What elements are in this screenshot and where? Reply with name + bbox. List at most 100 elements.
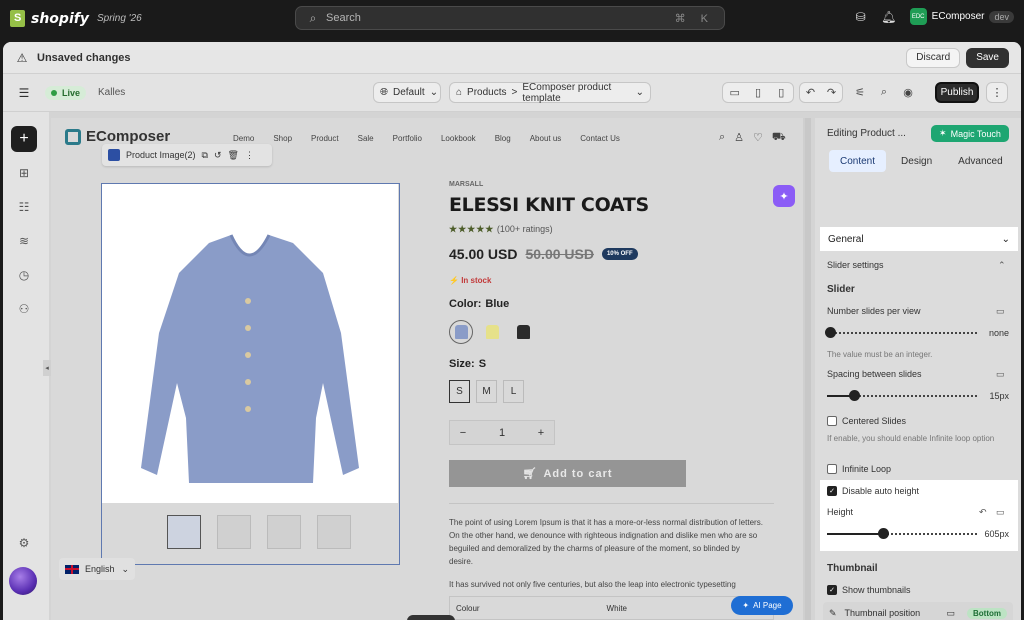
- gear-icon[interactable]: ⚙: [11, 530, 37, 556]
- pages-icon[interactable]: ⊞: [11, 160, 37, 186]
- publish-button[interactable]: Publish: [935, 82, 979, 103]
- thumbnail-2[interactable]: [217, 515, 251, 549]
- settings-sliders-icon[interactable]: ⚟: [848, 82, 872, 103]
- menu-item-demo[interactable]: Demo: [233, 134, 254, 143]
- thumbnail-1[interactable]: [167, 515, 201, 549]
- desktop-icon[interactable]: ▭: [996, 507, 1005, 518]
- magic-touch-button[interactable]: ✶ Magic Touch: [931, 125, 1009, 142]
- mobile-icon[interactable]: ▯: [770, 83, 793, 102]
- shopify-logo[interactable]: shopify Spring '26: [10, 10, 142, 27]
- bottom-drawer-handle[interactable]: [407, 615, 455, 620]
- swatch-blue[interactable]: [449, 320, 473, 344]
- product-description: The point of using Lorem Ipsum is that i…: [449, 518, 763, 566]
- menu-item-portfolio[interactable]: Portfolio: [393, 134, 422, 143]
- disable-auto-height-checkbox[interactable]: ✓ Disable auto height: [827, 486, 919, 496]
- size-option-m[interactable]: M: [476, 380, 497, 403]
- menu-item-blog[interactable]: Blog: [495, 134, 511, 143]
- qty-decrease[interactable]: −: [450, 427, 476, 439]
- add-to-cart-button[interactable]: 🛒︎ Add to cart: [449, 460, 686, 487]
- users-icon[interactable]: ⚇: [11, 296, 37, 322]
- show-thumbnails-checkbox[interactable]: ✓ Show thumbnails: [827, 585, 911, 595]
- history-icon[interactable]: ◷: [11, 262, 37, 288]
- bell-icon[interactable]: 🔔︎: [881, 10, 896, 24]
- duplicate-icon[interactable]: ⧉: [202, 150, 208, 161]
- menu-item-about[interactable]: About us: [530, 134, 562, 143]
- more-options-icon[interactable]: ⋮: [986, 82, 1008, 103]
- desktop-icon[interactable]: ▭: [996, 369, 1005, 380]
- ai-page-button[interactable]: ✦ AI Page: [731, 596, 793, 615]
- thumbnail-4[interactable]: [317, 515, 351, 549]
- discard-button[interactable]: Discard: [906, 47, 961, 68]
- size-option-s[interactable]: S: [449, 380, 470, 403]
- hamburger-icon[interactable]: ☰: [17, 86, 31, 100]
- thumbnail-position-label: Thumbnail position: [844, 608, 921, 618]
- store-nav-icons: ⌕ ♙ ♡ ⛟: [719, 131, 786, 145]
- tab-advanced[interactable]: Advanced: [947, 150, 1013, 172]
- language-selector[interactable]: English ⌄: [59, 558, 135, 580]
- height-slider[interactable]: [827, 528, 977, 540]
- account-icon[interactable]: ♙: [734, 131, 744, 145]
- menu-item-contact[interactable]: Contact Us: [580, 134, 620, 143]
- size-option-l[interactable]: L: [503, 380, 524, 403]
- undo-icon[interactable]: ↶: [800, 83, 821, 102]
- general-section-header[interactable]: General ⌄: [820, 227, 1018, 251]
- store-switcher[interactable]: EDC EComposer dev: [909, 8, 1014, 25]
- inspect-icon[interactable]: ⌕: [872, 82, 896, 103]
- ai-sparkle-button[interactable]: ✦: [773, 185, 795, 207]
- logo-mark-icon: [65, 128, 81, 145]
- product-page-preview: EComposer Demo Shop Product Sale Portfol…: [51, 118, 803, 620]
- search-icon[interactable]: ⌕: [719, 131, 725, 145]
- add-element-button[interactable]: +: [11, 126, 37, 152]
- reset-icon[interactable]: ↺: [214, 150, 222, 161]
- live-badge: Live: [45, 85, 87, 100]
- tab-design[interactable]: Design: [890, 150, 943, 172]
- more-icon[interactable]: ⋮: [245, 150, 254, 161]
- cart-icon[interactable]: ⛟: [772, 131, 786, 145]
- thumbnail-position-row[interactable]: ✎ Thumbnail position ▭ Bottom: [823, 602, 1013, 620]
- desktop-icon[interactable]: ▭: [996, 306, 1005, 317]
- qty-increase[interactable]: +: [528, 427, 554, 439]
- desktop-icon[interactable]: ▭: [723, 83, 746, 102]
- slider-knob[interactable]: [825, 327, 836, 338]
- canvas-scrollbar[interactable]: [805, 118, 811, 620]
- stock-status: ⚡ In stock: [449, 276, 492, 285]
- redo-icon[interactable]: ↷: [821, 83, 842, 102]
- menu-item-sale[interactable]: Sale: [358, 134, 374, 143]
- editor-toolbar: ☰ Live Kalles 🌐︎ Default ⌄ ⌂ Products > …: [3, 74, 1021, 112]
- swatch-yellow[interactable]: [480, 320, 504, 344]
- cart-icon: 🛒︎: [522, 468, 538, 480]
- slider-knob[interactable]: [878, 528, 889, 539]
- layers-icon[interactable]: ≋: [11, 228, 37, 254]
- theme-value: Default: [393, 87, 425, 98]
- centered-slides-checkbox[interactable]: Centered Slides: [827, 416, 906, 426]
- slider-knob[interactable]: [849, 390, 860, 401]
- discount-badge: 10% OFF: [601, 248, 638, 260]
- menu-item-product[interactable]: Product: [311, 134, 339, 143]
- qty-value[interactable]: 1: [476, 427, 528, 439]
- template-select[interactable]: ⌂ Products > EComposer product template …: [449, 82, 651, 104]
- thumbnail-3[interactable]: [267, 515, 301, 549]
- save-button[interactable]: Save: [966, 47, 1009, 68]
- theme-select[interactable]: 🌐︎ Default ⌄: [373, 82, 441, 103]
- reset-icon[interactable]: ↶: [979, 507, 987, 518]
- swatch-black[interactable]: [511, 320, 535, 344]
- spacing-slider[interactable]: [827, 390, 977, 402]
- menu-item-shop[interactable]: Shop: [273, 134, 292, 143]
- ai-assistant-orb[interactable]: [9, 567, 37, 595]
- preview-eye-icon[interactable]: ◉: [896, 82, 920, 103]
- chevron-up-icon[interactable]: ⌃: [998, 260, 1006, 271]
- trash-icon[interactable]: 🗑︎: [228, 150, 239, 161]
- layout-icon[interactable]: ☷: [11, 194, 37, 220]
- infinite-loop-checkbox[interactable]: Infinite Loop: [827, 464, 891, 474]
- add-to-cart-label: Add to cart: [543, 467, 613, 480]
- tablet-icon[interactable]: ▯: [746, 83, 769, 102]
- menu-item-lookbook[interactable]: Lookbook: [441, 134, 476, 143]
- database-icon[interactable]: ⛁: [854, 10, 868, 24]
- wishlist-heart-icon[interactable]: ♡: [753, 131, 763, 145]
- tab-content[interactable]: Content: [829, 150, 887, 172]
- slider-settings-header[interactable]: Slider settings: [827, 260, 884, 270]
- slides-per-view-slider[interactable]: [825, 327, 977, 339]
- search-input[interactable]: ⌕ Search ⌘ K: [295, 6, 725, 30]
- live-dot: [51, 89, 57, 96]
- collapse-sidebar-icon[interactable]: ◂: [43, 360, 51, 376]
